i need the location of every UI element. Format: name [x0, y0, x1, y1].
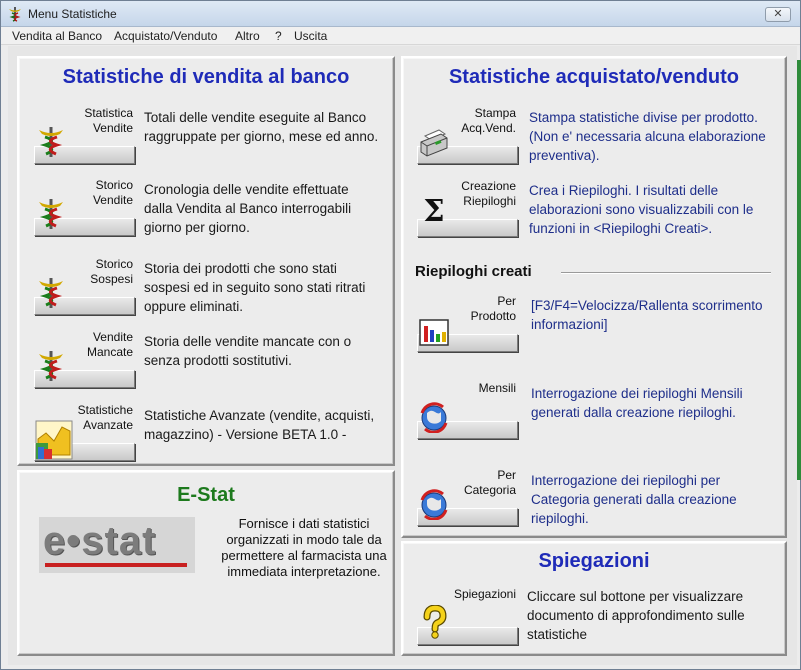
refresh-globe-icon	[420, 489, 448, 520]
menu-altro[interactable]: Altro	[235, 29, 260, 43]
mensili-button[interactable]: Mensili	[417, 381, 518, 439]
row-description: Totali delle vendite eseguite al Banco r…	[144, 110, 379, 144]
button-label: Creazione Riepiloghi	[461, 179, 516, 208]
chart-3d-icon	[35, 420, 73, 460]
spiegazioni-button[interactable]: Spiegazioni	[417, 587, 518, 645]
window-title: Menu Statistiche	[28, 7, 117, 21]
menu-help[interactable]: ?	[275, 29, 282, 43]
row-description: Stampa statistiche divise per prodotto. …	[529, 110, 766, 163]
button-label: Mensili	[478, 381, 516, 395]
statistica-vendite-button[interactable]: Statistica Vendite	[34, 106, 135, 164]
storico-sospesi-button[interactable]: Storico Sospesi	[34, 257, 135, 315]
caduceus-icon	[39, 127, 63, 157]
row-description: Interrogazione dei riepiloghi per Catego…	[531, 473, 737, 526]
vendita-banco-panel: Statistiche di vendita al banco Statisti…	[17, 56, 395, 466]
per-categoria-button[interactable]: Per Categoria	[417, 468, 518, 526]
button-label: Per Categoria	[463, 468, 516, 497]
estat-logo: e•stat	[39, 517, 195, 573]
button-label: Stampa Acq.Vend.	[461, 106, 516, 135]
button-label: Storico Sospesi	[90, 257, 133, 286]
close-button[interactable]: ✕	[765, 7, 791, 22]
statistics-window: Menu Statistiche ✕ Vendita al Banco Acqu…	[0, 0, 801, 670]
row-description: Cliccare sul bottone per visualizzare do…	[527, 589, 745, 642]
per-prodotto-button[interactable]: Per Prodotto	[417, 294, 518, 352]
estat-logo-text: e•stat	[43, 519, 157, 563]
refresh-globe-icon	[420, 402, 448, 433]
button-label: Statistiche Avanzate	[77, 403, 133, 432]
row-description: Storia dei prodotti che sono stati sospe…	[144, 261, 366, 314]
estat-title: E-Stat	[177, 484, 235, 506]
menu-acquistato-venduto[interactable]: Acquistato/Venduto	[114, 29, 217, 43]
spiegazioni-panel: Spiegazioni Spiegazioni Cliccare sul bot…	[401, 541, 787, 656]
button-label: Spiegazioni	[453, 587, 516, 601]
section-divider	[561, 272, 771, 273]
storico-vendite-button[interactable]: Storico Vendite	[34, 178, 135, 236]
caduceus-icon	[39, 199, 63, 229]
caduceus-icon	[39, 278, 63, 308]
background-window-edge	[797, 60, 801, 480]
panel-title: Statistiche di vendita al banco	[62, 66, 350, 88]
stampa-acq-vend-button[interactable]: Stampa Acq.Vend.	[417, 106, 518, 164]
button-label: Per Prodotto	[470, 294, 516, 323]
acquistato-venduto-panel: Statistiche acquistato/venduto Stampa Acq…	[401, 56, 787, 538]
row-description: Storia delle vendite mancate con o senza…	[144, 334, 352, 368]
estat-description: Fornisce i dati statistici organizzati i…	[221, 516, 387, 579]
client-area: Statistiche di vendita al banco Statisti…	[8, 46, 797, 665]
spiegazioni-title: Spiegazioni	[538, 550, 650, 572]
app-caduceus-icon	[9, 7, 21, 22]
question-icon	[423, 605, 447, 639]
row-description: Cronologia delle vendite effettuate dall…	[144, 182, 352, 235]
printer-icon	[420, 129, 448, 157]
row-description: Statistiche Avanzate (vendite, acquisti,…	[144, 408, 375, 442]
menu-uscita[interactable]: Uscita	[294, 29, 327, 43]
row-description: Crea i Riepiloghi. I risultati delle ela…	[529, 183, 754, 236]
title-bar: Menu Statistiche ✕	[1, 1, 800, 27]
row-description: Interrogazione dei riepiloghi Mensili ge…	[531, 386, 743, 420]
logo-underline	[45, 563, 187, 567]
menu-vendita-al-banco[interactable]: Vendita al Banco	[12, 29, 102, 43]
button-label: Storico Vendite	[92, 178, 133, 207]
panel-title: Statistiche acquistato/venduto	[448, 66, 740, 88]
estat-panel: E-Stat e•stat Fornisce i dati statistici…	[17, 470, 395, 656]
button-label: Statistica Vendite	[84, 106, 133, 135]
bar-chart-icon	[419, 319, 449, 346]
statistiche-avanzate-button[interactable]: Statistiche Avanzate	[34, 403, 135, 461]
caduceus-icon	[39, 351, 63, 381]
vendite-mancate-button[interactable]: Vendite Mancate	[34, 330, 135, 388]
row-description: [F3/F4=Velocizza/Rallenta scorrimento in…	[531, 298, 763, 332]
riepiloghi-creati-heading: Riepiloghi creati	[415, 263, 532, 280]
creazione-riepiloghi-button[interactable]: Creazione Riepiloghi Σ	[417, 179, 518, 237]
menu-bar: Vendita al Banco Acquistato/Venduto Altr…	[1, 27, 800, 45]
sigma-icon: Σ	[423, 194, 445, 229]
button-label: Vendite Mancate	[86, 330, 133, 359]
